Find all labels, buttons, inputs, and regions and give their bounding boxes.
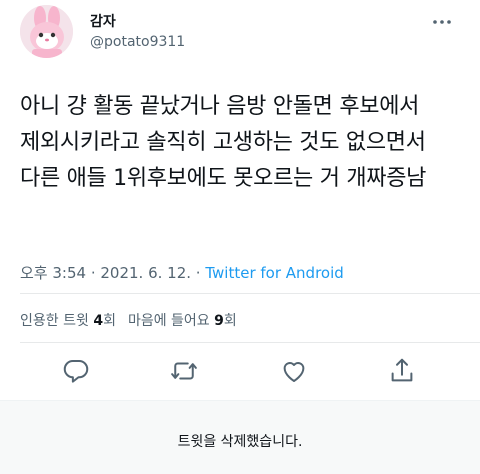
meta-separator: ·	[191, 264, 206, 282]
like-count: 9	[214, 313, 224, 329]
likes-stat[interactable]: 마음에 들어요 9회	[128, 313, 237, 329]
quote-unit: 회	[103, 313, 116, 329]
tweet-meta: 오후 3:54 · 2021. 6. 12. · Twitter for And…	[20, 262, 344, 283]
display-name[interactable]: 감자	[90, 11, 116, 31]
like-button[interactable]	[279, 356, 309, 386]
tweet-header: 감자 @potato9311	[0, 0, 480, 60]
deleted-notice-bar: 트윗을 삭제했습니다.	[0, 400, 480, 474]
user-handle[interactable]: @potato9311	[90, 34, 185, 50]
divider	[20, 342, 480, 343]
tweet-text: 아니 걍 활동 끝났거나 음방 안돌면 후보에서 제외시키라고 솔직히 고생하는…	[20, 94, 427, 191]
deleted-notice-text: 트윗을 삭제했습니다.	[177, 434, 303, 450]
share-button[interactable]	[387, 356, 417, 386]
meta-separator: ·	[86, 264, 101, 282]
reply-button[interactable]	[61, 356, 91, 386]
like-icon	[283, 362, 305, 382]
tweet-stats: 인용한 트윗 4회 마음에 들어요 9회	[20, 310, 237, 330]
more-options-button[interactable]	[430, 14, 454, 30]
reply-icon	[63, 360, 89, 383]
tweet-time[interactable]: 오후 3:54	[20, 264, 86, 282]
share-icon	[391, 358, 413, 382]
tweet-date[interactable]: 2021. 6. 12.	[100, 264, 191, 282]
retweet-icon	[171, 362, 197, 380]
action-bar	[0, 352, 480, 388]
like-label: 마음에 들어요	[127, 313, 210, 329]
retweet-button[interactable]	[169, 356, 199, 386]
bunny-avatar-icon	[20, 5, 73, 58]
quote-count: 4	[93, 313, 104, 329]
more-dots-icon	[433, 20, 451, 24]
avatar[interactable]	[20, 5, 73, 58]
tweet-source-link[interactable]: Twitter for Android	[205, 264, 343, 282]
divider	[20, 293, 480, 294]
quote-label: 인용한 트윗	[20, 313, 89, 329]
quote-tweets-stat[interactable]: 인용한 트윗 4회	[20, 313, 116, 329]
like-unit: 회	[223, 313, 237, 329]
